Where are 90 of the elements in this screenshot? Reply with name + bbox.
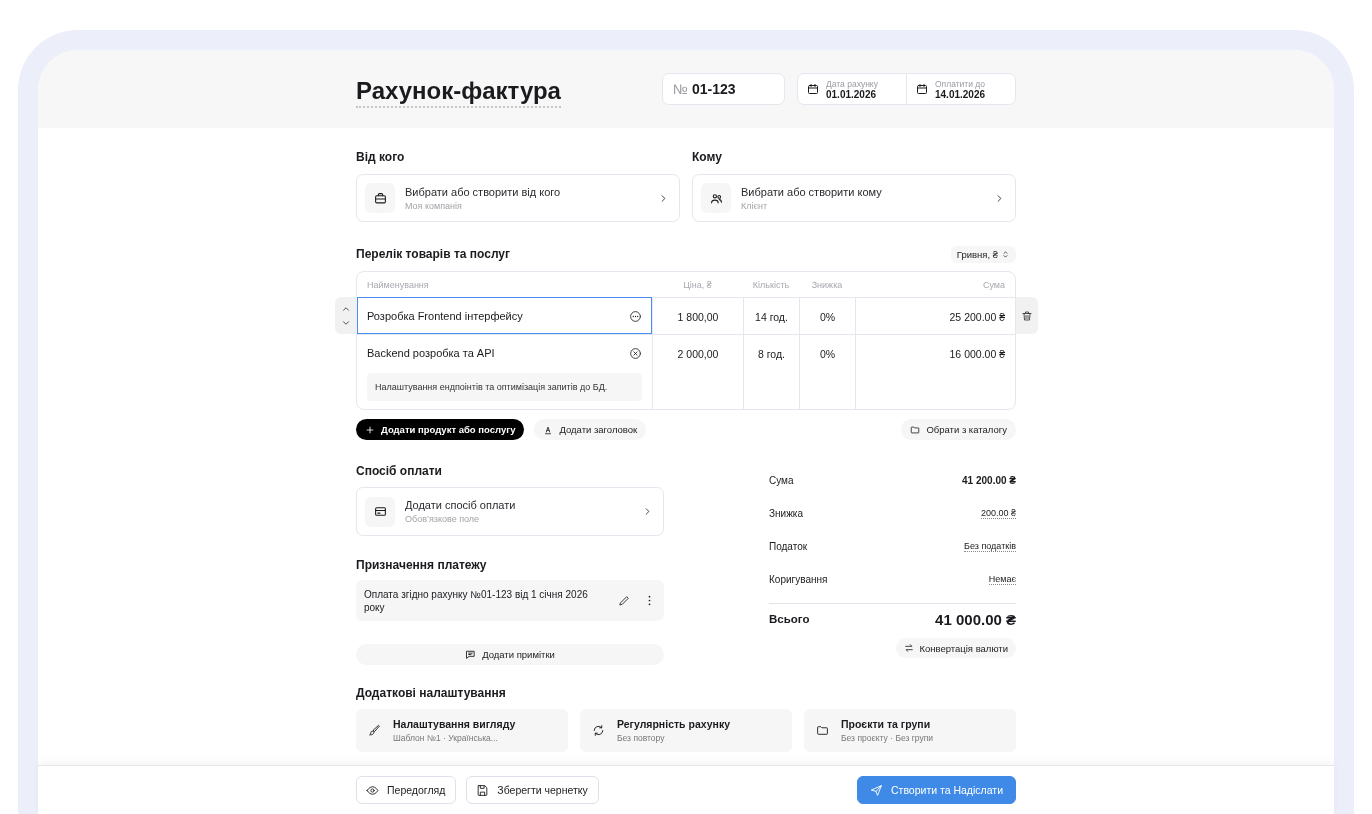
section-heading: Призначення платежу: [356, 558, 488, 572]
settings-title: Регулярність рахунку: [617, 718, 730, 730]
invoice-number-field[interactable]: № 01-123: [662, 73, 785, 105]
table-cell: 25 200.00 ₴: [855, 297, 1015, 334]
payment-purpose-text: Оплата згідно рахунку №01-123 від 1 січня 2026 року: [364, 587, 589, 614]
pencil-icon: [618, 594, 631, 607]
send-button[interactable]: Створити та Надіслати: [857, 776, 1016, 804]
picker-title: Додати спосіб оплати: [405, 499, 517, 511]
card-icon: [373, 505, 387, 518]
summary-link[interactable]: Без податків: [964, 541, 1016, 552]
table-cell: 8 год.: [743, 334, 799, 409]
brush-icon: [368, 724, 381, 737]
selector-icon: [1001, 249, 1010, 259]
column-header: Кількість: [751, 278, 791, 292]
table-cell: 0%: [799, 297, 855, 334]
add-heading-button[interactable]: Додати заголовок: [534, 419, 647, 440]
number-sign: №: [673, 81, 689, 97]
catalog-button[interactable]: Обрати з каталогу: [901, 419, 1016, 440]
summary-label: Знижка: [769, 508, 803, 519]
summary-value: 41 200.00 ₴: [962, 475, 1016, 486]
column-header: Ціна, ₴: [682, 278, 713, 292]
summary-link[interactable]: Немає: [988, 574, 1016, 585]
trash-icon: [1021, 309, 1033, 322]
delete-button[interactable]: [1021, 309, 1033, 322]
eye-icon: [366, 783, 379, 797]
section-heading: Додаткові налаштування: [356, 686, 507, 700]
table-cell: 1 800,00: [652, 297, 743, 334]
settings-card[interactable]: Регулярність рахунку Без повтору: [580, 709, 792, 752]
section-heading: Від кого: [356, 150, 406, 164]
settings-title: Налаштування вигляду: [393, 718, 516, 730]
settings-subtitle: Шаблон №1 · Українська...: [393, 733, 499, 743]
refresh-icon: [592, 724, 605, 737]
comment-icon: [465, 649, 477, 660]
save-icon: [476, 783, 490, 797]
item-name: Розробка Frontend інтерфейсу: [367, 310, 523, 322]
column-header: Знижка: [810, 278, 844, 292]
column-header: Найменування: [366, 278, 430, 292]
total-value: 41 000.00 ₴: [935, 610, 1016, 628]
settings-title: Проєкти та групи: [841, 718, 932, 730]
invoice-title[interactable]: Рахунок-фактура: [356, 76, 561, 108]
more-icon: [629, 309, 642, 323]
more-options-button[interactable]: [629, 309, 642, 323]
swap-icon: [904, 643, 915, 653]
settings-subtitle: Без проєкту · Без групи: [841, 733, 934, 743]
table-cell: 2 000,00: [652, 334, 743, 409]
remove-button[interactable]: [629, 346, 642, 360]
party-picker[interactable]: Вибрати або створити від кого Моя компанія: [356, 174, 680, 222]
text-icon: [543, 424, 554, 435]
column-header: Сума: [981, 278, 1006, 292]
payment-method-picker[interactable]: Додати спосіб оплати Обов’язкове поле: [356, 487, 664, 536]
edit-button[interactable]: [618, 594, 631, 607]
close-icon: [629, 346, 642, 360]
section-heading: Спосіб оплати: [356, 464, 443, 478]
add-notes-button[interactable]: Додати примітки: [356, 644, 664, 665]
table-cell: 16 000.00 ₴: [855, 334, 1015, 409]
picker-subtitle: Клієнт: [741, 200, 769, 211]
total-label: Всього: [769, 613, 810, 625]
save-draft-button[interactable]: Зберегти чернетку: [466, 776, 599, 804]
picker-subtitle: Моя компанія: [405, 200, 463, 211]
settings-card[interactable]: Налаштування вигляду Шаблон №1 · Українська...: [356, 709, 568, 752]
folder-icon: [816, 724, 829, 737]
settings-subtitle: Без повтору: [617, 733, 666, 743]
settings-card[interactable]: Проєкти та групи Без проєкту · Без групи: [804, 709, 1016, 752]
section-heading: Кому: [692, 150, 723, 164]
add-item-button[interactable]: Додати продукт або послугу: [356, 419, 525, 440]
item-name: Backend розробка та API: [367, 347, 495, 359]
invoice-number: 01-123: [692, 81, 736, 97]
table-cell: 14 год.: [743, 297, 799, 334]
table-row[interactable]: Backend розробка та API Налаштування ендпоінтів та оптимізація запитів до БД. 2 000,00 8 год. 0% 16 000.00 ₴: [335, 334, 1038, 409]
section-heading: Перелік товарів та послуг: [356, 247, 511, 261]
summary-link[interactable]: 200.00 ₴: [980, 508, 1016, 519]
summary-label: Податок: [769, 541, 808, 552]
picker-title: Вибрати або створити кому: [741, 185, 883, 198]
people-icon: [709, 191, 723, 205]
summary-label: Коригування: [769, 574, 828, 585]
picker-subtitle: Обов’язкове поле: [405, 514, 481, 524]
currency-conversion-button[interactable]: Конвертація валюти: [896, 638, 1016, 658]
picker-title: Вибрати або створити від кого: [405, 185, 562, 198]
send-icon: [870, 783, 883, 797]
table-row[interactable]: Розробка Frontend інтерфейсу 1 800,00 14 год. 0% 25 200.00 ₴: [335, 297, 1038, 334]
plus-icon: [365, 424, 375, 435]
currency-select[interactable]: Гривня, ₴: [950, 245, 1016, 263]
briefcase-icon: [373, 191, 387, 205]
item-description: Налаштування ендпоінтів та оптимізація запитів до БД.: [367, 373, 642, 401]
party-picker[interactable]: Вибрати або створити кому Клієнт: [692, 174, 1016, 222]
summary-label: Сума: [769, 475, 794, 486]
chevron-right-icon: [642, 506, 653, 517]
preview-button[interactable]: Передогляд: [356, 776, 457, 804]
folder-icon: [910, 424, 921, 435]
table-cell: 0%: [799, 334, 855, 409]
